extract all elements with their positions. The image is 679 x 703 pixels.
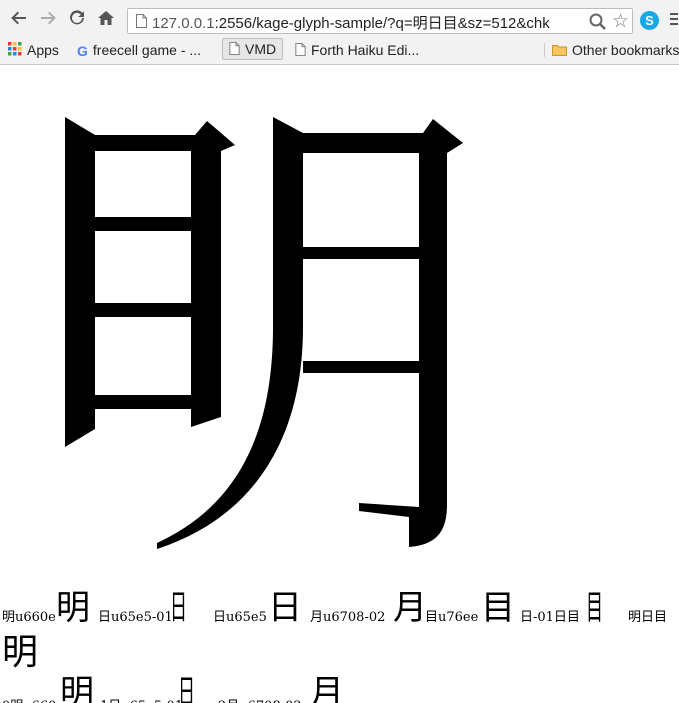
bookmark-forth-haiku[interactable]: Forth Haiku Edi...	[295, 40, 419, 60]
sample-glyph: 日	[170, 588, 187, 628]
bookmark-separator	[544, 43, 545, 57]
sample-label: 明日目	[628, 610, 668, 625]
address-bar[interactable]: 127.0.0.1:2556/kage-glyph-sample/?q=明日目&…	[127, 8, 633, 34]
sample-glyph: 明	[56, 588, 90, 628]
page-icon	[229, 40, 240, 60]
bookmark-vmd[interactable]: VMD	[222, 38, 284, 60]
sample-label: 日-01日目	[520, 610, 580, 625]
sample-glyph: 日	[178, 673, 195, 703]
url-text[interactable]: 127.0.0.1:2556/kage-glyph-sample/?q=明日目&…	[152, 12, 582, 33]
skype-extension-icon[interactable]: S	[640, 11, 659, 30]
sample-label: 日u65e5-01	[98, 610, 173, 625]
forward-arrow-icon[interactable]	[37, 9, 59, 31]
bookmark-other[interactable]: Other bookmarks	[552, 40, 679, 60]
bookmark-apps[interactable]: Apps	[8, 40, 59, 60]
page-icon	[136, 14, 147, 28]
folder-icon	[552, 41, 567, 61]
sample-label: 2月u6708-02	[218, 695, 302, 703]
sample-glyph: 月	[310, 673, 344, 703]
glyph-sample-row-1: 明u660e 明 日u65e5-01 日 日u65e5 日 月u6708-02 …	[0, 580, 679, 632]
browser-chrome: 127.0.0.1:2556/kage-glyph-sample/?q=明日目&…	[0, 0, 679, 65]
bookmark-star-icon[interactable]: ☆	[612, 10, 629, 33]
bookmarks-bar: Apps Gfreecell game - ... VMD Forth Haik…	[0, 37, 679, 63]
sample-glyph: 日	[268, 588, 302, 628]
google-g-icon: G	[77, 43, 88, 60]
home-icon[interactable]	[95, 9, 117, 31]
zoom-icon[interactable]	[588, 12, 608, 32]
sample-label: 1日u65e5-01	[100, 695, 183, 703]
sample-glyph-wrapped: 明	[2, 632, 39, 673]
sample-label: 月u6708-02	[310, 610, 386, 625]
big-glyph-image	[65, 117, 463, 549]
bookmark-freecell[interactable]: Gfreecell game - ...	[77, 40, 201, 60]
back-arrow-icon[interactable]	[8, 9, 30, 31]
page-icon	[295, 41, 306, 61]
reload-icon[interactable]	[66, 9, 88, 31]
menu-icon[interactable]	[670, 13, 678, 27]
page-content: 明u660e 明 日u65e5-01 日 日u65e5 日 月u6708-02 …	[0, 65, 679, 703]
sample-label: 目u76ee	[425, 610, 479, 625]
sample-glyph: 目	[481, 588, 515, 628]
apps-grid-icon	[8, 41, 22, 61]
navigation-bar: 127.0.0.1:2556/kage-glyph-sample/?q=明日目&…	[0, 0, 679, 40]
sample-glyph: 目	[586, 588, 603, 628]
sample-glyph: 月	[393, 588, 427, 628]
sample-label: 0明u660e	[2, 695, 64, 703]
sample-label: 日u65e5	[213, 610, 267, 625]
sample-glyph: 明	[60, 673, 94, 703]
